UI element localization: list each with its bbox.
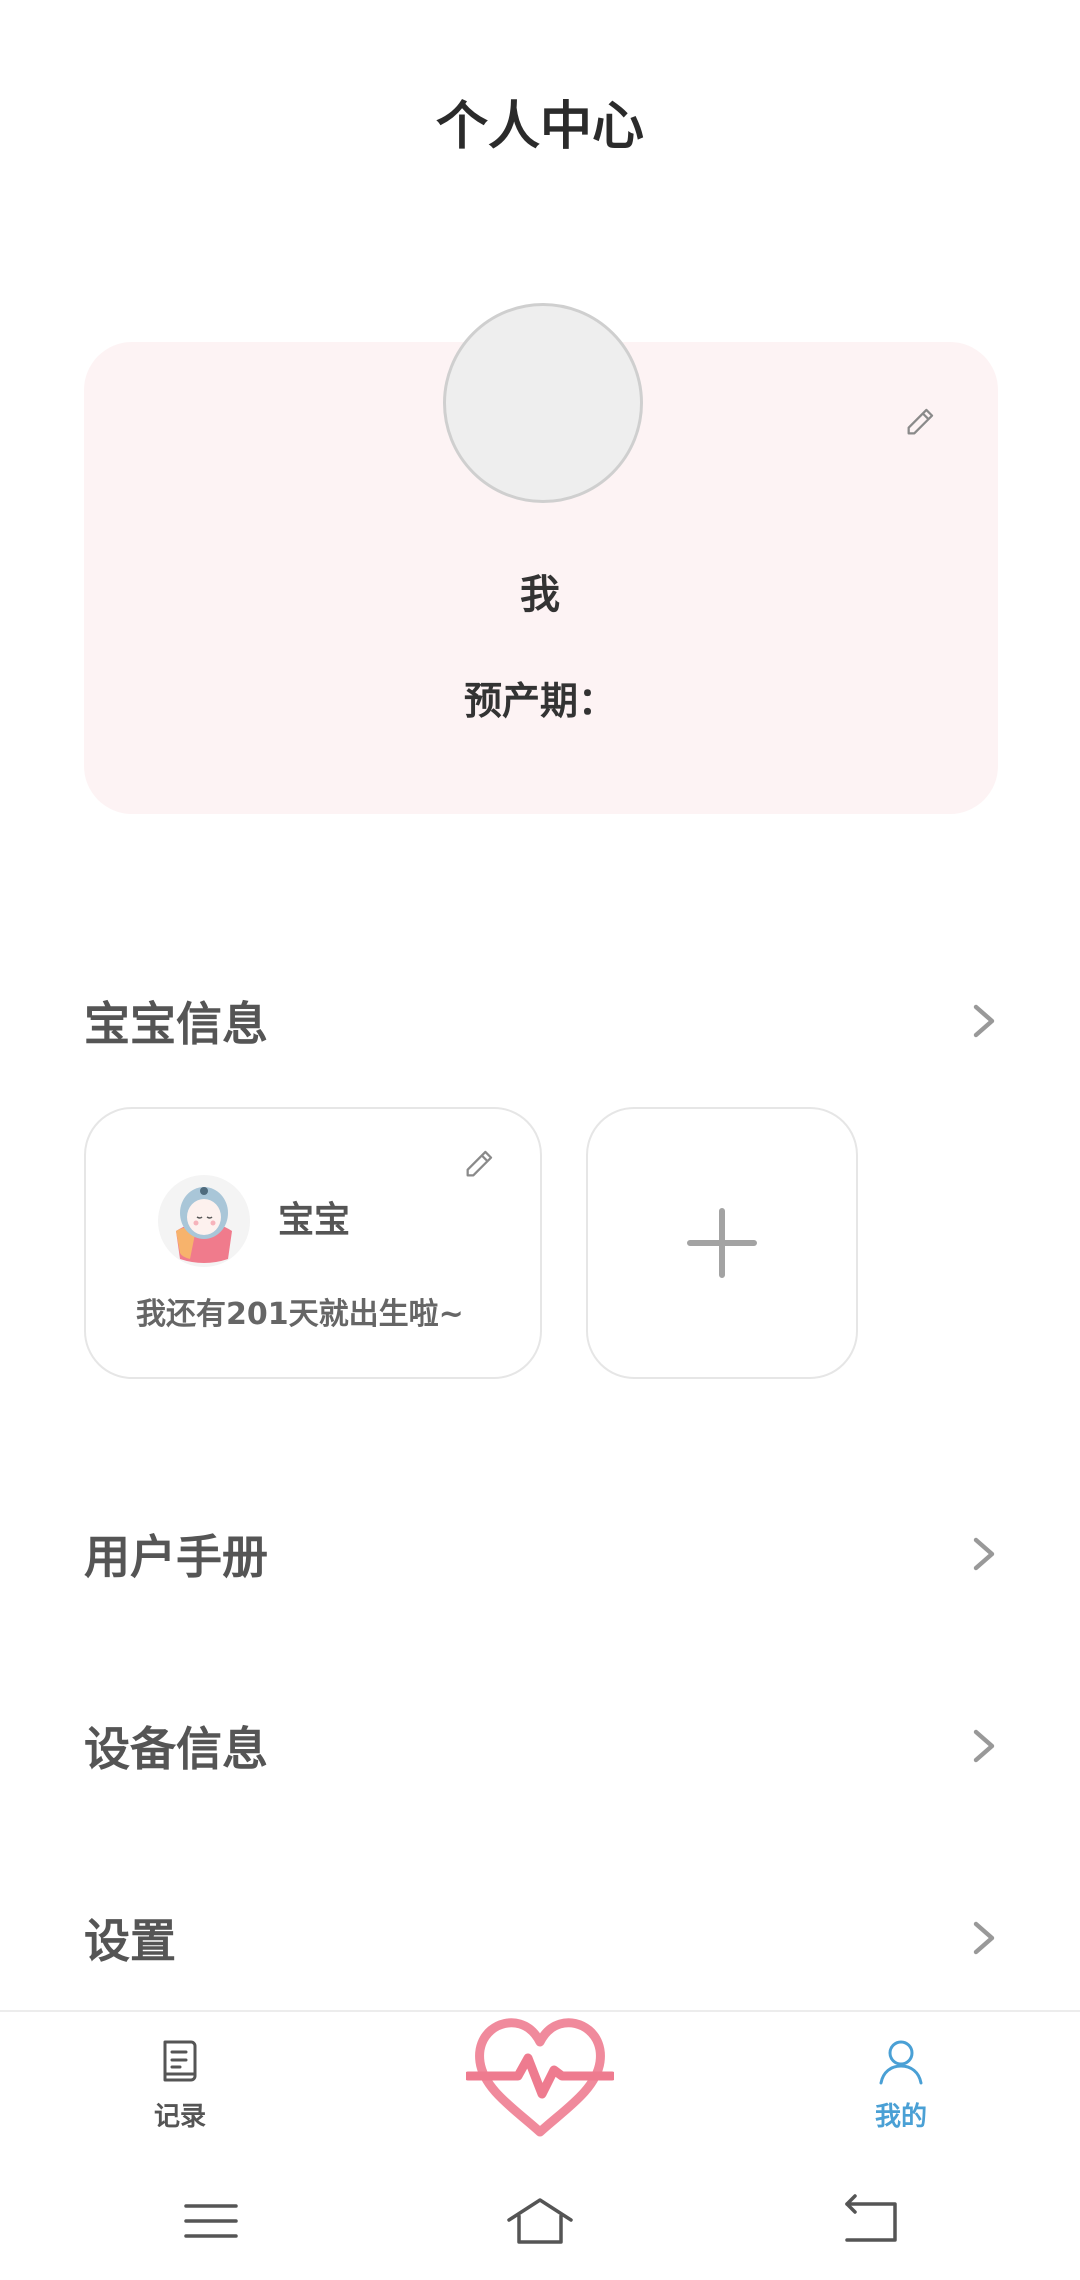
heartbeat-icon[interactable] bbox=[463, 2014, 617, 2142]
back-icon[interactable] bbox=[835, 2186, 905, 2256]
chevron-right-icon bbox=[970, 1726, 998, 1766]
page-title: 个人中心 bbox=[435, 97, 644, 157]
pencil-icon[interactable] bbox=[903, 405, 937, 439]
baby-info-row[interactable]: 宝宝信息 bbox=[84, 966, 998, 1076]
avatar[interactable] bbox=[443, 303, 643, 503]
personal-center-page: 个人中心 我 预产期： 宝宝信息 宝宝 我还有201天就出生啦~ 用户手册 设备… bbox=[0, 0, 1080, 2280]
tab-mine-label: 我的 bbox=[874, 2102, 927, 2132]
baby-avatar-icon bbox=[156, 1173, 252, 1269]
device-info-label: 设备信息 bbox=[84, 1722, 268, 1776]
chevron-right-icon bbox=[970, 1534, 998, 1574]
baby-countdown: 我还有201天就出生啦~ bbox=[136, 1297, 464, 1332]
tab-mine[interactable]: 我的 bbox=[801, 2012, 1001, 2162]
add-baby-button[interactable] bbox=[586, 1107, 858, 1379]
settings-label: 设置 bbox=[84, 1914, 176, 1968]
chevron-right-icon bbox=[970, 1918, 998, 1958]
chevron-right-icon bbox=[970, 1001, 998, 1041]
person-icon bbox=[879, 2040, 923, 2085]
system-nav-bar bbox=[0, 2160, 1080, 2280]
profile-name: 我 bbox=[520, 572, 560, 618]
baby-info-title: 宝宝信息 bbox=[84, 997, 268, 1051]
user-manual-label: 用户手册 bbox=[84, 1530, 268, 1584]
user-manual-row[interactable]: 用户手册 bbox=[84, 1499, 998, 1609]
baby-card[interactable]: 宝宝 我还有201天就出生啦~ bbox=[84, 1107, 542, 1379]
device-info-row[interactable]: 设备信息 bbox=[84, 1691, 998, 1801]
due-date-label: 预产期： bbox=[463, 679, 616, 723]
settings-row[interactable]: 设置 bbox=[84, 1883, 998, 1993]
menu-icon[interactable] bbox=[176, 2186, 246, 2256]
tab-record[interactable]: 记录 bbox=[80, 2012, 280, 2162]
home-icon[interactable] bbox=[505, 2186, 575, 2256]
plus-icon bbox=[687, 1208, 757, 1278]
tab-record-label: 记录 bbox=[153, 2102, 206, 2132]
baby-name: 宝宝 bbox=[278, 1200, 351, 1241]
pencil-icon[interactable] bbox=[462, 1147, 496, 1181]
document-icon bbox=[163, 2040, 197, 2082]
due-date-row: 预产期： bbox=[0, 670, 1080, 725]
